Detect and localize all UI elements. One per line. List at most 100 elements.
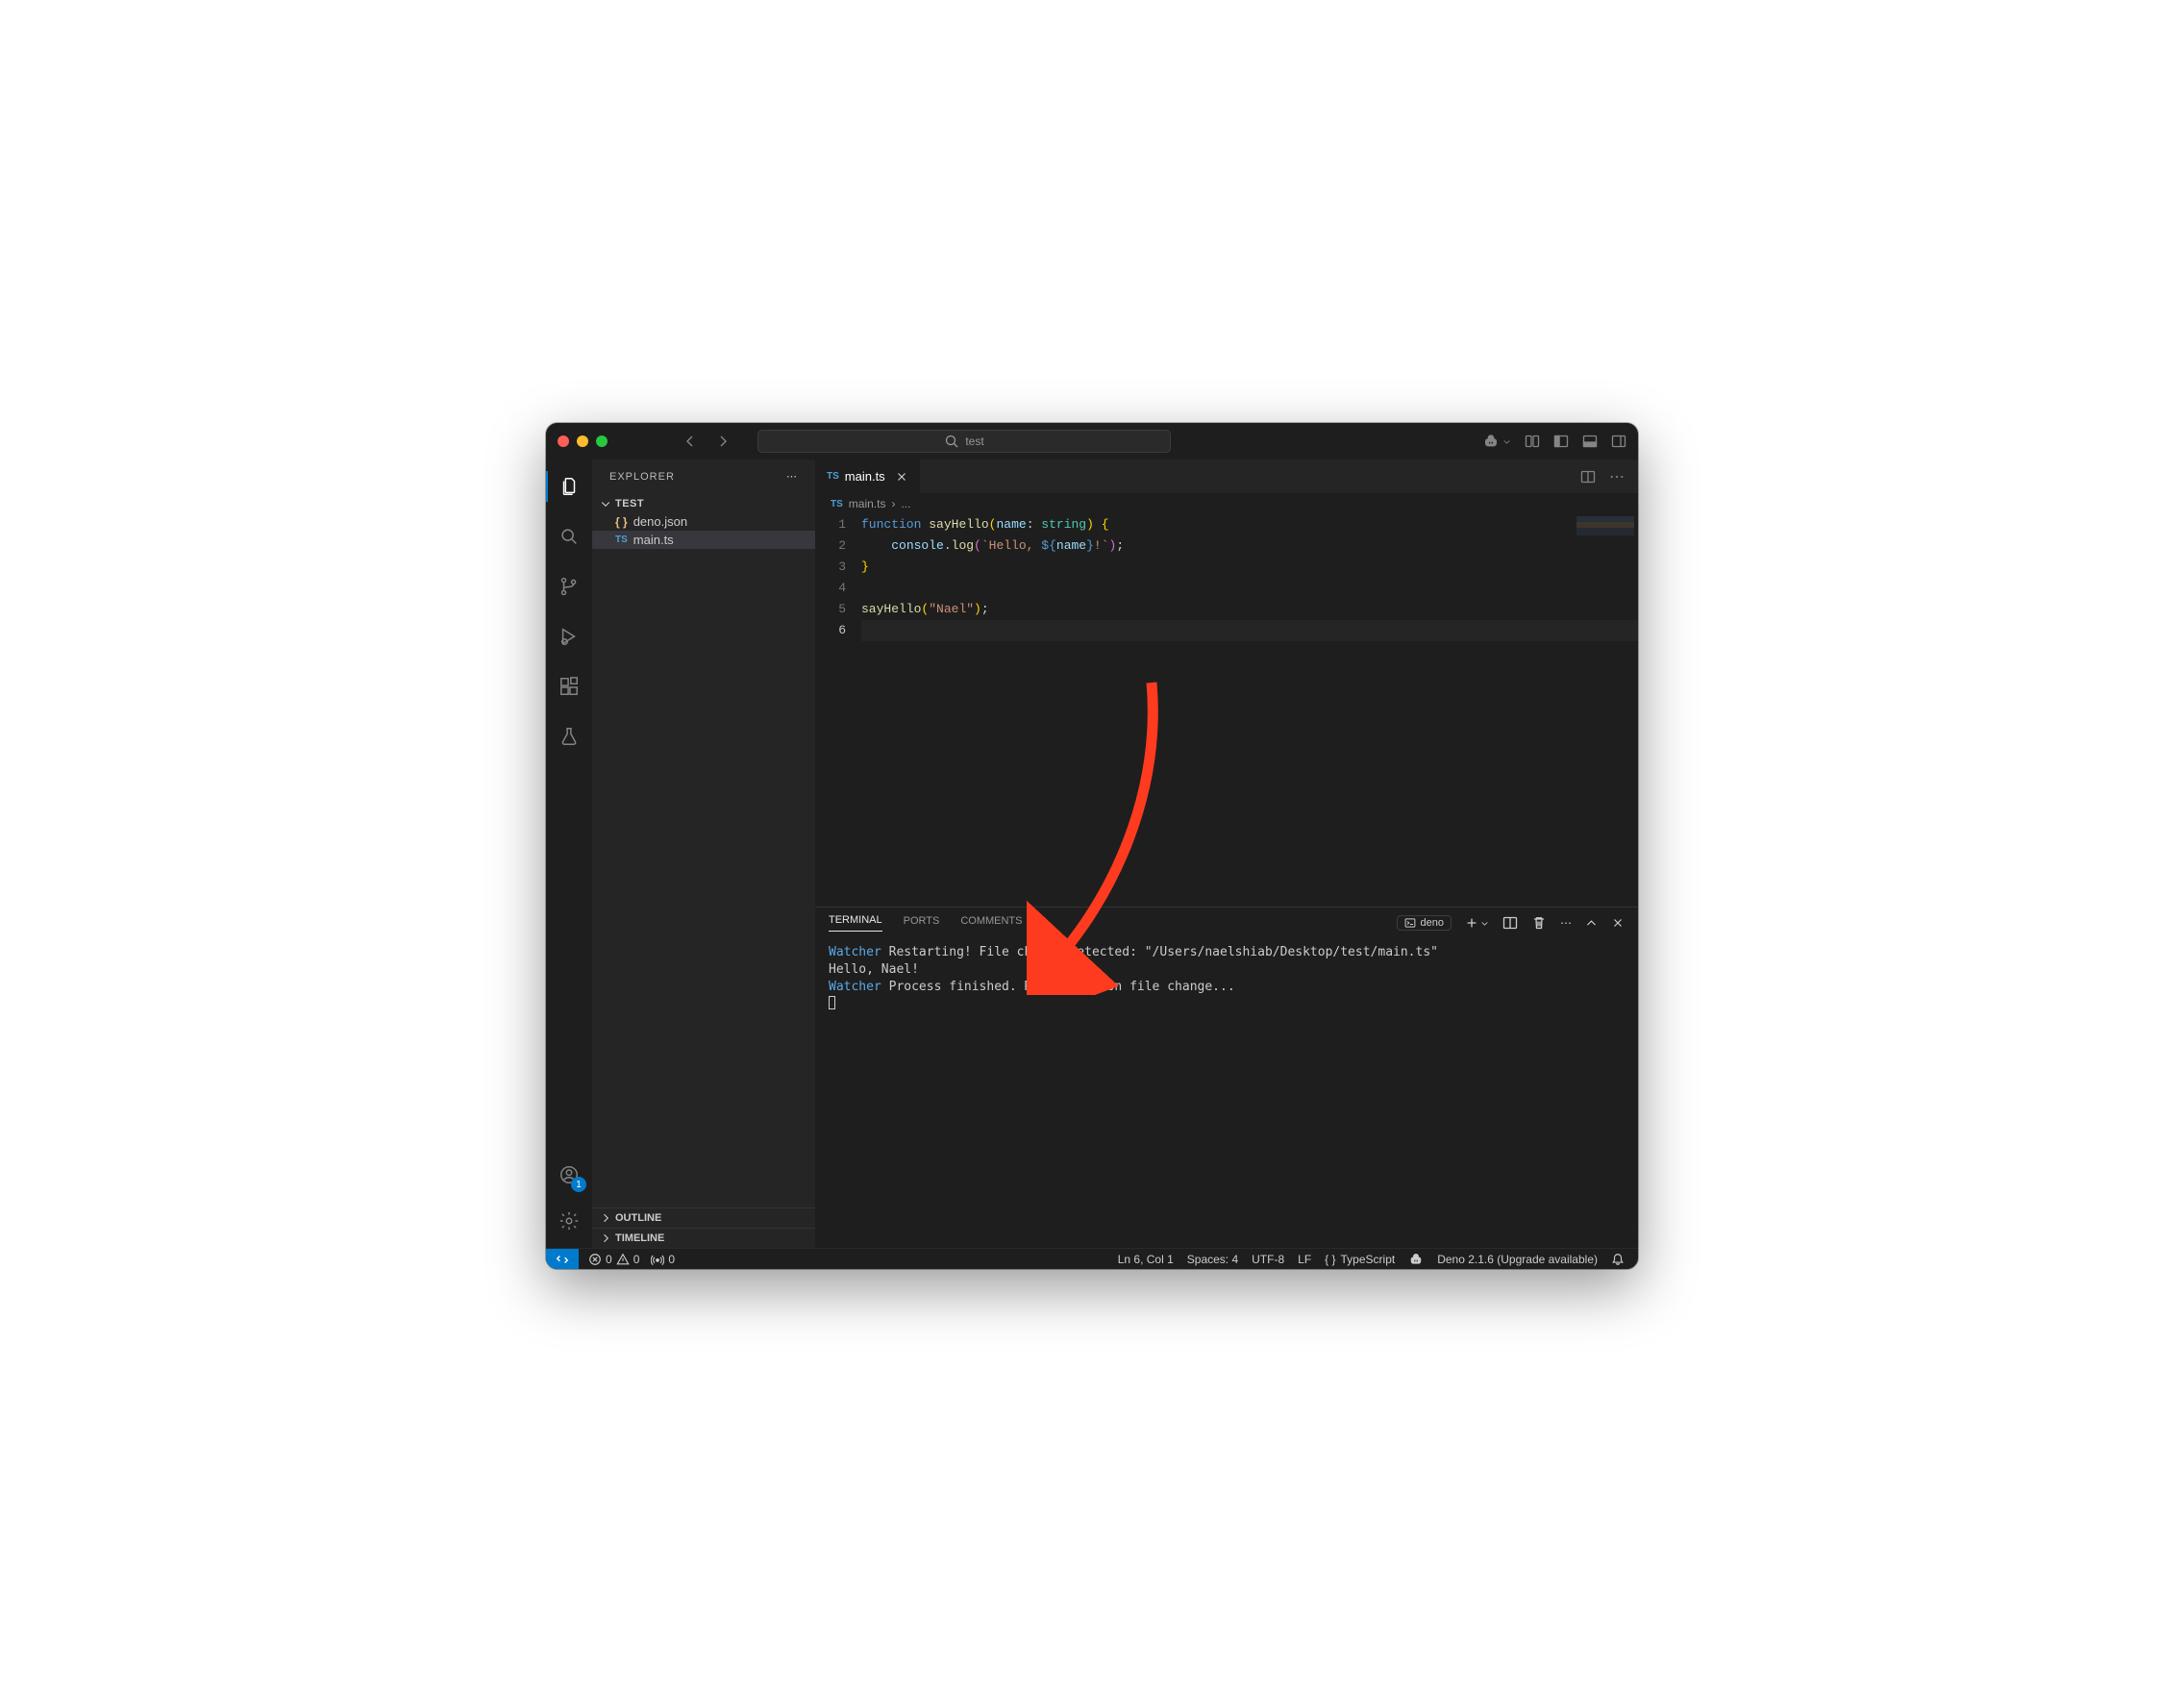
- terminal-selector[interactable]: deno: [1397, 915, 1452, 931]
- ts-icon: TS: [831, 499, 843, 510]
- play-bug-icon: [558, 626, 580, 647]
- account-badge: 1: [571, 1177, 586, 1192]
- nav-buttons: [682, 434, 731, 449]
- activity-source-control[interactable]: [546, 567, 592, 606]
- sidebar-title: EXPLORER: [609, 471, 675, 483]
- watcher-tag: Watcher: [829, 980, 881, 994]
- git-branch-icon: [558, 576, 580, 597]
- status-ports[interactable]: 0: [651, 1253, 675, 1266]
- search-text: test: [965, 435, 983, 448]
- panel-tabs: TERMINAL PORTS COMMENTS deno: [815, 908, 1638, 938]
- term-line-hello: Hello, Nael!: [829, 961, 1625, 979]
- sidebar-header: EXPLORER ⋯: [592, 460, 815, 493]
- tab-label: main.ts: [845, 469, 885, 484]
- warning-icon: [616, 1253, 630, 1266]
- panel-more-icon[interactable]: ⋯: [1560, 916, 1572, 930]
- breadcrumb-ellipsis: ...: [901, 497, 910, 510]
- tab-close-icon[interactable]: [895, 470, 908, 484]
- ts-icon: TS: [615, 535, 628, 545]
- status-bar: 0 0 0 Ln 6, Col 1 Spaces: 4 UTF-8 LF { }…: [546, 1248, 1638, 1269]
- vscode-window: test: [546, 423, 1638, 1269]
- beaker-icon: [558, 726, 580, 747]
- file-label: main.ts: [633, 533, 674, 547]
- remote-icon: [556, 1253, 569, 1266]
- status-cursor-pos[interactable]: Ln 6, Col 1: [1118, 1253, 1174, 1266]
- folder-root[interactable]: TEST: [592, 495, 815, 512]
- main-area: 1 EXPLORER ⋯ TEST { } deno.json: [546, 460, 1638, 1248]
- breadcrumb[interactable]: TS main.ts › ...: [815, 493, 1638, 514]
- activity-run-debug[interactable]: [546, 617, 592, 656]
- radio-icon: [651, 1253, 664, 1266]
- status-deno[interactable]: Deno 2.1.6 (Upgrade available): [1437, 1253, 1598, 1266]
- extensions-icon: [558, 676, 580, 697]
- outline-section[interactable]: OUTLINE: [592, 1207, 815, 1228]
- files-icon: [558, 476, 580, 497]
- explorer-sidebar: EXPLORER ⋯ TEST { } deno.json TS main.ts: [592, 460, 815, 1248]
- activity-explorer[interactable]: [546, 467, 592, 506]
- panel-tab-terminal[interactable]: TERMINAL: [829, 914, 882, 932]
- status-problems[interactable]: 0 0: [588, 1253, 639, 1266]
- chevron-down-icon: [1480, 919, 1489, 928]
- activity-bar: 1: [546, 460, 592, 1248]
- json-icon: { }: [615, 515, 628, 529]
- traffic-lights: [558, 435, 608, 447]
- split-editor-icon[interactable]: [1580, 469, 1596, 485]
- terminal-cursor: [829, 996, 835, 1009]
- watcher-tag: Watcher: [829, 945, 881, 959]
- error-icon: [588, 1253, 602, 1266]
- toggle-secondary-sidebar-icon[interactable]: [1611, 434, 1626, 449]
- status-copilot-icon[interactable]: [1408, 1253, 1424, 1266]
- close-panel-icon[interactable]: [1611, 916, 1625, 930]
- window-minimize-button[interactable]: [577, 435, 588, 447]
- toggle-panel-icon[interactable]: [1582, 434, 1598, 449]
- terminal-output[interactable]: Watcher Restarting! File change detected…: [815, 938, 1638, 1248]
- layout-customize-icon[interactable]: [1525, 434, 1540, 449]
- nav-back-icon[interactable]: [682, 434, 698, 449]
- window-maximize-button[interactable]: [596, 435, 608, 447]
- code-content: function sayHello(name: string) { consol…: [861, 514, 1638, 907]
- nav-forward-icon[interactable]: [715, 434, 731, 449]
- editor-area: TS main.ts ⋯ TS main.ts › ...: [815, 460, 1638, 1248]
- search-icon: [944, 434, 959, 449]
- status-indent[interactable]: Spaces: 4: [1187, 1253, 1238, 1266]
- status-eol[interactable]: LF: [1298, 1253, 1311, 1266]
- panel-tab-ports[interactable]: PORTS: [904, 915, 940, 932]
- status-encoding[interactable]: UTF-8: [1252, 1253, 1284, 1266]
- terminal-icon: [1404, 917, 1416, 929]
- kill-terminal-icon[interactable]: [1531, 915, 1547, 931]
- maximize-panel-icon[interactable]: [1585, 917, 1598, 930]
- toggle-sidebar-icon[interactable]: [1553, 434, 1569, 449]
- code-editor[interactable]: 1 2 3 4 5 6 function sayHello(name: stri…: [815, 514, 1638, 907]
- status-notifications-icon[interactable]: [1611, 1253, 1625, 1266]
- split-terminal-icon[interactable]: [1502, 915, 1518, 931]
- file-label: deno.json: [633, 514, 687, 529]
- braces-icon: { }: [1325, 1253, 1335, 1266]
- copilot-icon[interactable]: [1482, 434, 1511, 449]
- window-close-button[interactable]: [558, 435, 569, 447]
- activity-testing[interactable]: [546, 717, 592, 756]
- activity-accounts[interactable]: 1: [546, 1156, 592, 1194]
- folder-root-label: TEST: [615, 498, 644, 510]
- search-icon: [558, 526, 580, 547]
- editor-more-icon[interactable]: ⋯: [1609, 467, 1625, 486]
- activity-search[interactable]: [546, 517, 592, 556]
- minimap[interactable]: [1576, 516, 1634, 555]
- remote-indicator[interactable]: [546, 1249, 579, 1269]
- activity-extensions[interactable]: [546, 667, 592, 706]
- status-language[interactable]: { } TypeScript: [1325, 1253, 1395, 1266]
- bell-icon: [1611, 1253, 1625, 1266]
- term-line-finished: Process finished. Restarting on file cha…: [889, 980, 1235, 994]
- command-center-search[interactable]: test: [757, 430, 1171, 453]
- file-deno-json[interactable]: { } deno.json: [592, 512, 815, 531]
- breadcrumb-file: main.ts: [849, 497, 886, 510]
- activity-settings[interactable]: [546, 1202, 592, 1240]
- terminal-name: deno: [1421, 917, 1444, 929]
- file-main-ts[interactable]: TS main.ts: [592, 531, 815, 549]
- timeline-section[interactable]: TIMELINE: [592, 1228, 815, 1248]
- bottom-panel: TERMINAL PORTS COMMENTS deno: [815, 907, 1638, 1248]
- tab-main-ts[interactable]: TS main.ts: [815, 460, 921, 493]
- new-terminal-icon[interactable]: [1465, 916, 1489, 930]
- sidebar-more-icon[interactable]: ⋯: [786, 470, 798, 483]
- panel-tab-comments[interactable]: COMMENTS: [960, 915, 1022, 932]
- chevron-right-icon: [600, 1212, 611, 1224]
